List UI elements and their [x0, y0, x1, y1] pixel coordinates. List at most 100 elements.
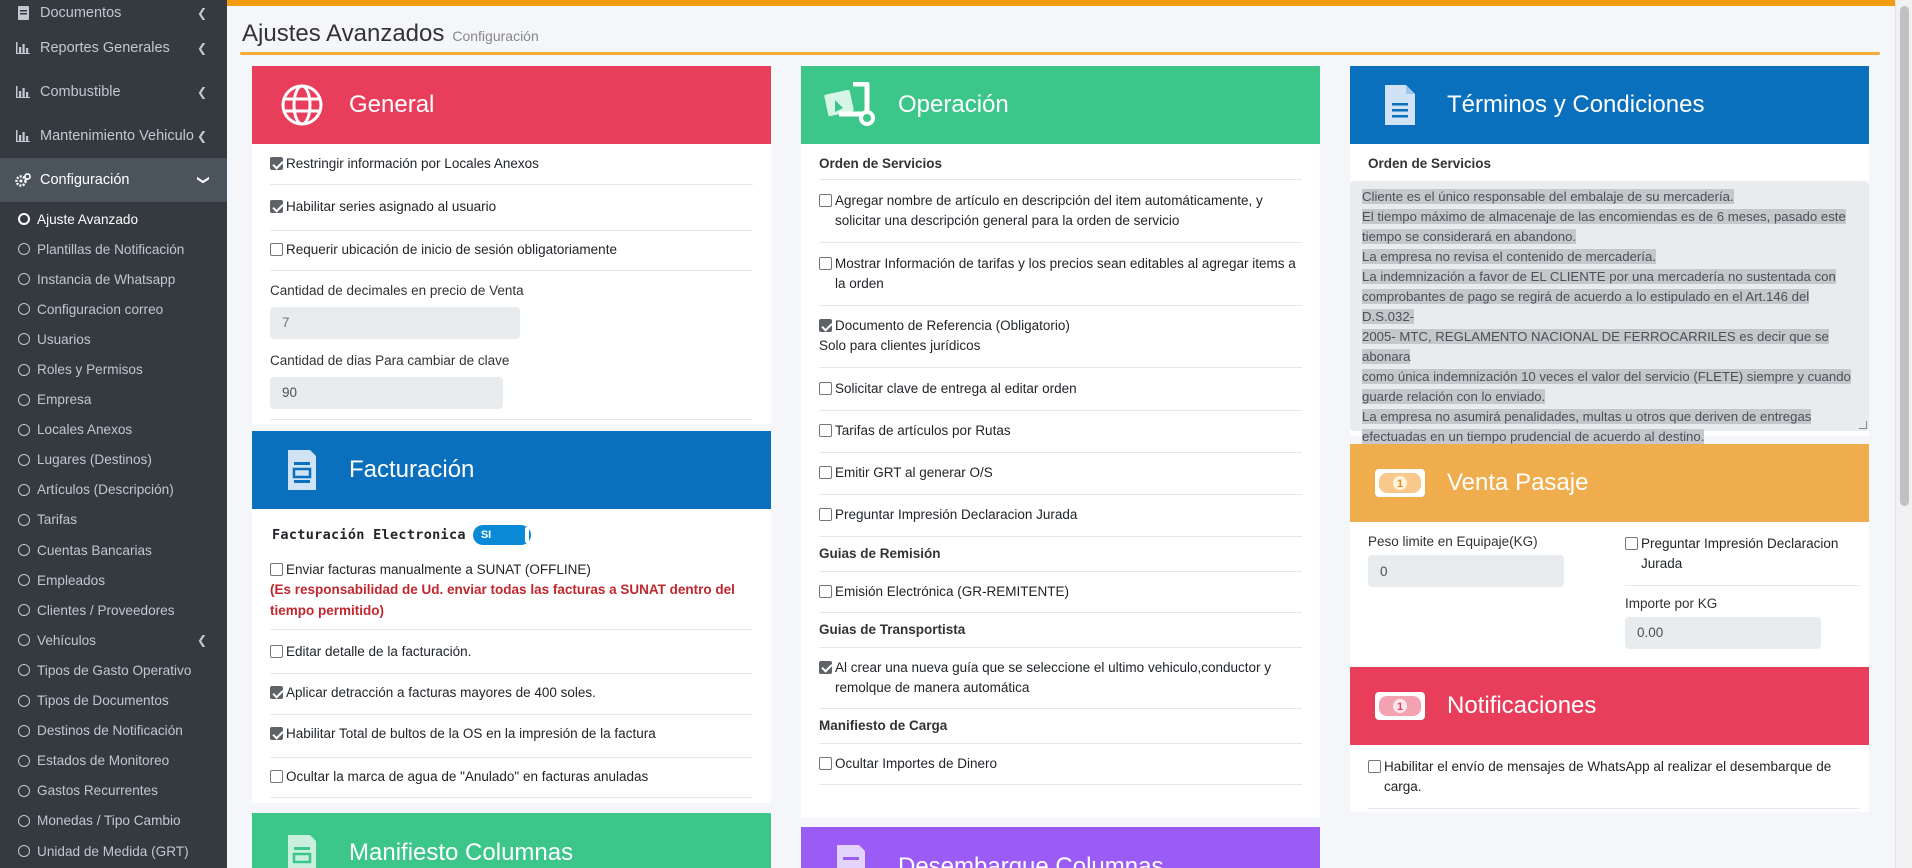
agregar-nombre-checkbox[interactable]: [819, 194, 832, 207]
clave-entrega-checkbox[interactable]: [819, 381, 832, 395]
days-input[interactable]: 90: [270, 377, 503, 410]
sidebar: Documentos ❮ Reportes Generales ❮ Combus…: [0, 0, 227, 868]
habilitar-series-option[interactable]: Habilitar series asignado al usuario: [270, 185, 753, 231]
days-field-group: Cantidad de dias Para cambiar de clave 9…: [270, 351, 753, 421]
content-header: Ajustes Avanzados Configuración: [242, 20, 539, 48]
habilitar-series-checkbox[interactable]: [270, 200, 283, 214]
ocultar-anulado-option[interactable]: Ocultar la marca de agua de "Anulado" en…: [270, 758, 753, 798]
orden-servicios-heading: Orden de Servicios: [819, 144, 1302, 180]
documento-referencia-option[interactable]: Documento de Referencia (Obligatorio) So…: [819, 306, 1302, 368]
emitir-grt-checkbox[interactable]: [819, 466, 832, 479]
mostrar-tarifas-option[interactable]: Mostrar Información de tarifas y los pre…: [819, 243, 1302, 306]
document-icon: [14, 6, 32, 20]
chevron-left-icon: ❮: [196, 129, 207, 143]
nav-configuracion[interactable]: Configuración ❮: [0, 158, 227, 202]
sidebar-item-label: Tipos de Gasto Operativo: [37, 662, 192, 678]
sidebar-item-roles[interactable]: Roles y Permisos: [0, 354, 227, 384]
manifiesto-carga-heading: Manifiesto de Carga: [819, 709, 1302, 745]
sidebar-item-ajuste-avanzado[interactable]: Ajuste Avanzado: [0, 204, 227, 234]
terminos-line: guarde relación con lo enviado.: [1362, 389, 1546, 404]
terminos-textarea[interactable]: Cliente es el único responsable del emba…: [1350, 181, 1869, 444]
requerir-ubicacion-option[interactable]: Requerir ubicación de inicio de sesión o…: [270, 231, 753, 271]
nav-reportes[interactable]: Reportes Generales ❮: [0, 26, 227, 70]
sidebar-item-clientes[interactable]: Clientes / Proveedores: [0, 595, 227, 625]
sidebar-item-correo[interactable]: Configuracion correo: [0, 294, 227, 324]
facturacion-electronica-label: Facturación Electronica: [272, 527, 466, 543]
venta-declaracion-checkbox[interactable]: [1625, 537, 1638, 550]
enviar-offline-checkbox[interactable]: [270, 563, 283, 576]
total-bultos-option[interactable]: Habilitar Total de bultos de la OS en la…: [270, 715, 753, 758]
ocultar-importes-option[interactable]: Ocultar Importes de Dinero: [819, 744, 1302, 785]
peso-input[interactable]: 0: [1368, 555, 1564, 587]
circle-icon: [18, 814, 30, 827]
documento-referencia-checkbox[interactable]: [819, 319, 832, 332]
restringir-locales-option[interactable]: Restringir información por Locales Anexo…: [270, 144, 753, 186]
venta-declaracion-option[interactable]: Preguntar Impresión Declaracion Jurada: [1625, 534, 1859, 586]
general-card-title: General: [349, 91, 435, 118]
whatsapp-desembarque-checkbox[interactable]: [1368, 760, 1381, 773]
total-bultos-checkbox[interactable]: [270, 727, 283, 741]
editar-detalle-checkbox[interactable]: [270, 644, 283, 658]
sidebar-item-whatsapp[interactable]: Instancia de Whatsapp: [0, 264, 227, 294]
sidebar-item-label: Monedas / Tipo Cambio: [37, 813, 181, 829]
facturacion-card-title: Facturación: [349, 456, 475, 483]
nav-combustible[interactable]: Combustible ❮: [0, 70, 227, 114]
page-scrollbar[interactable]: [1895, 0, 1912, 868]
requerir-ubicacion-checkbox[interactable]: [270, 242, 283, 256]
emision-electronica-option[interactable]: Emisión Electrónica (GR-REMITENTE): [819, 572, 1302, 613]
sidebar-item-locales[interactable]: Locales Anexos: [0, 415, 227, 445]
sidebar-item-gasto-operativo[interactable]: Tipos de Gasto Operativo: [0, 655, 227, 685]
restringir-locales-checkbox[interactable]: [270, 157, 283, 170]
peso-label: Peso limite en Equipaje(KG): [1368, 534, 1538, 549]
option-label: Requerir ubicación de inicio de sesión o…: [286, 241, 617, 257]
sidebar-item-estados-monitoreo[interactable]: Estados de Monitoreo: [0, 746, 227, 776]
sidebar-item-tarifas[interactable]: Tarifas: [0, 505, 227, 535]
agregar-nombre-option[interactable]: Agregar nombre de artículo en descripció…: [819, 180, 1302, 243]
textarea-resize-handle[interactable]: [1859, 421, 1867, 429]
facturacion-electronica-toggle[interactable]: SI: [472, 525, 531, 545]
tarifas-rutas-checkbox[interactable]: [819, 423, 832, 437]
nav-label: Mantenimiento Vehiculo: [40, 128, 194, 144]
sidebar-item-vehiculos[interactable]: Vehículos ❮: [0, 625, 227, 655]
sidebar-item-label: Destinos de Notificación: [37, 723, 183, 739]
nav-label: Configuración: [40, 172, 130, 188]
ocultar-importes-checkbox[interactable]: [819, 757, 832, 771]
whatsapp-desembarque-option[interactable]: Habilitar el envío de mensajes de WhatsA…: [1368, 745, 1859, 809]
sidebar-item-empleados[interactable]: Empleados: [0, 565, 227, 595]
nav-documentos[interactable]: Documentos ❮: [0, 0, 227, 26]
clave-entrega-option[interactable]: Solicitar clave de entrega al editar ord…: [819, 368, 1302, 411]
enviar-offline-option[interactable]: Enviar facturas manualmente a SUNAT (OFF…: [270, 553, 753, 630]
scrollbar-thumb[interactable]: [1900, 6, 1909, 506]
offline-warning-text: (Es responsabilidad de Ud. enviar todas …: [270, 582, 735, 618]
sidebar-item-monedas[interactable]: Monedas / Tipo Cambio: [0, 806, 227, 836]
declaracion-jurada-option[interactable]: Preguntar Impresión Declaracion Jurada: [819, 495, 1302, 537]
sidebar-item-usuarios[interactable]: Usuarios: [0, 324, 227, 354]
chevron-down-icon: ❮: [194, 174, 209, 186]
nav-mantenimiento[interactable]: Mantenimiento Vehiculo ❮: [0, 114, 227, 158]
ultimo-vehiculo-option[interactable]: Al crear una nueva guía que se seleccion…: [819, 648, 1302, 710]
sidebar-item-tipos-documentos[interactable]: Tipos de Documentos: [0, 686, 227, 716]
sidebar-item-cuentas[interactable]: Cuentas Bancarias: [0, 535, 227, 565]
sidebar-item-unidad-medida[interactable]: Unidad de Medida (GRT): [0, 836, 227, 866]
document-icon: [262, 833, 342, 868]
ultimo-vehiculo-checkbox[interactable]: [819, 660, 832, 674]
detraccion-option[interactable]: Aplicar detracción a facturas mayores de…: [270, 674, 753, 716]
sidebar-item-plantillas[interactable]: Plantillas de Notificación: [0, 234, 227, 264]
sidebar-item-destinos-notificacion[interactable]: Destinos de Notificación: [0, 716, 227, 746]
sidebar-item-empresa[interactable]: Empresa: [0, 385, 227, 415]
tarifas-rutas-option[interactable]: Tarifas de artículos por Rutas: [819, 411, 1302, 453]
editar-detalle-option[interactable]: Editar detalle de la facturación.: [270, 630, 753, 674]
importe-label: Importe por KG: [1625, 595, 1718, 611]
sidebar-item-gastos-recurrentes[interactable]: Gastos Recurrentes: [0, 776, 227, 806]
mostrar-tarifas-checkbox[interactable]: [819, 256, 832, 270]
manifiesto-card-title: Manifiesto Columnas: [349, 839, 574, 866]
sidebar-item-lugares[interactable]: Lugares (Destinos): [0, 445, 227, 475]
decimals-input[interactable]: 7: [270, 307, 520, 339]
declaracion-jurada-checkbox[interactable]: [819, 508, 832, 522]
importe-input[interactable]: 0.00: [1625, 616, 1821, 649]
ocultar-anulado-checkbox[interactable]: [270, 769, 283, 783]
emitir-grt-option[interactable]: Emitir GRT al generar O/S: [819, 453, 1302, 496]
detraccion-checkbox[interactable]: [270, 686, 283, 699]
emision-electronica-checkbox[interactable]: [819, 584, 832, 598]
sidebar-item-articulos[interactable]: Artículos (Descripción): [0, 475, 227, 505]
